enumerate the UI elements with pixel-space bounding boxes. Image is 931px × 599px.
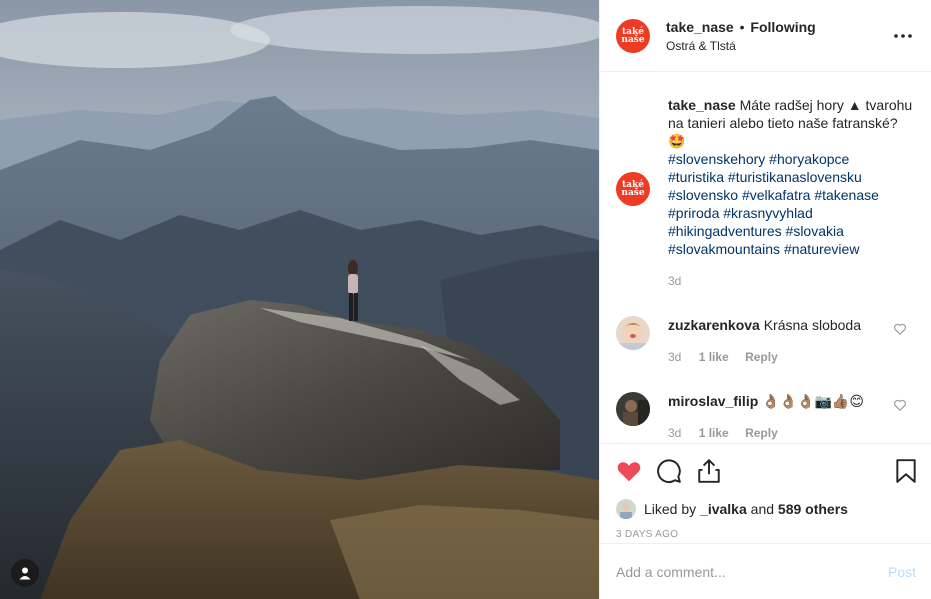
hashtag[interactable]: #slovakia [786,223,844,239]
post-comment-button[interactable]: Post [888,564,916,580]
comments-list: také naše take_nase Máte radšej hory ▲ t… [600,72,931,443]
hiker-figure [348,260,358,321]
hashtag[interactable]: #turistikanaslovensku [728,169,862,185]
reply-button[interactable]: Reply [745,426,778,440]
commenter-avatar[interactable] [616,316,650,350]
add-comment-bar: Post [600,543,931,599]
logo-text-bottom: naše [621,34,645,45]
add-comment-input[interactable] [616,563,888,580]
author-username[interactable]: take_nase [666,19,734,35]
caption-body: take_nase Máte radšej hory ▲ tvarohu na … [668,96,915,290]
action-icons [616,456,919,486]
avatar-photo [616,499,636,519]
avatar-photo [616,392,650,426]
share-icon[interactable] [696,458,722,484]
comment-time[interactable]: 3d [668,426,681,440]
hashtag[interactable]: #slovensko [668,187,738,203]
post-container: také naše take_nase • Following Ostrá & … [0,0,931,599]
header-separator: • [739,18,745,35]
comment-likes-link[interactable]: 1 like [699,350,729,364]
comment-body: miroslav_filip 👌🏽👌🏽👌🏽📷👍🏽😊 3d 1 like Repl… [668,392,888,442]
avatar-photo [616,316,650,350]
comment-item: miroslav_filip 👌🏽👌🏽👌🏽📷👍🏽😊 3d 1 like Repl… [616,392,915,442]
hashtag[interactable]: #slovenskehory [668,151,765,167]
hashtag[interactable]: #velkafatra [742,187,810,203]
hashtag[interactable]: #priroda [668,205,719,221]
comment-body: zuzkarenkova Krásna sloboda 3d 1 like Re… [668,316,888,366]
author-info: take_nase • Following Ostrá & Tlstá [666,19,891,53]
user-tag-button[interactable] [11,559,39,587]
post-location[interactable]: Ostrá & Tlstá [666,39,891,53]
post-date[interactable]: 3 DAYS AGO [616,529,919,540]
caption-time[interactable]: 3d [668,274,681,288]
hashtag[interactable]: #hikingadventures [668,223,782,239]
comment-text: 👌🏽👌🏽👌🏽📷👍🏽😊 [762,393,864,409]
reply-button[interactable]: Reply [745,350,778,364]
likes-count-button[interactable]: 589 others [778,501,848,517]
liked-by-prefix: Liked by [644,501,697,517]
hashtag[interactable]: #horyakopce [769,151,849,167]
comment-meta: 3d 1 like Reply [668,424,888,442]
heart-outline-icon[interactable] [893,322,907,336]
author-avatar[interactable]: také naše [616,18,650,53]
caption-username[interactable]: take_nase [668,97,736,113]
hashtag[interactable]: #takenase [814,187,879,203]
post-side-panel: také naše take_nase • Following Ostrá & … [599,0,931,599]
post-actions: Liked by _ivalka and 589 others 3 DAYS A… [600,443,931,599]
bookmark-icon[interactable] [893,458,919,484]
liked-by-row: Liked by _ivalka and 589 others [616,499,919,519]
heart-outline-icon[interactable] [893,398,907,412]
post-photo[interactable] [0,0,599,599]
mountain-photo [0,0,599,599]
comment-meta: 3d 1 like Reply [668,348,888,366]
liked-by-joiner: and [750,501,775,517]
hashtag[interactable]: #natureview [784,241,860,257]
comment-likes-link[interactable]: 1 like [699,426,729,440]
follow-status-button[interactable]: Following [750,19,815,35]
heart-filled-icon[interactable] [616,458,642,484]
post-header: také naše take_nase • Following Ostrá & … [600,0,931,72]
liker-avatar[interactable] [616,499,636,519]
commenter-avatar[interactable] [616,392,650,426]
comment-item: zuzkarenkova Krásna sloboda 3d 1 like Re… [616,316,915,366]
caption-meta: 3d [668,272,915,290]
hashtag[interactable]: #slovakmountains [668,241,780,257]
more-icon [894,33,912,38]
comment-time[interactable]: 3d [668,350,681,364]
more-options-button[interactable] [891,24,915,48]
comment-text: Krásna sloboda [763,317,862,333]
comment-icon[interactable] [656,458,682,484]
logo-text-bottom: naše [621,188,645,198]
caption-avatar[interactable]: také naše [616,172,650,206]
liked-by-label: Liked by _ivalka and 589 others [644,501,848,517]
liker-username[interactable]: _ivalka [700,501,747,517]
comment-username[interactable]: zuzkarenkova [668,317,760,333]
post-caption: také naše take_nase Máte radšej hory ▲ t… [616,88,915,290]
hashtag[interactable]: #krasnyvyhlad [723,205,813,221]
user-tag-icon [19,567,31,580]
comment-username[interactable]: miroslav_filip [668,393,758,409]
hashtag[interactable]: #turistika [668,169,724,185]
